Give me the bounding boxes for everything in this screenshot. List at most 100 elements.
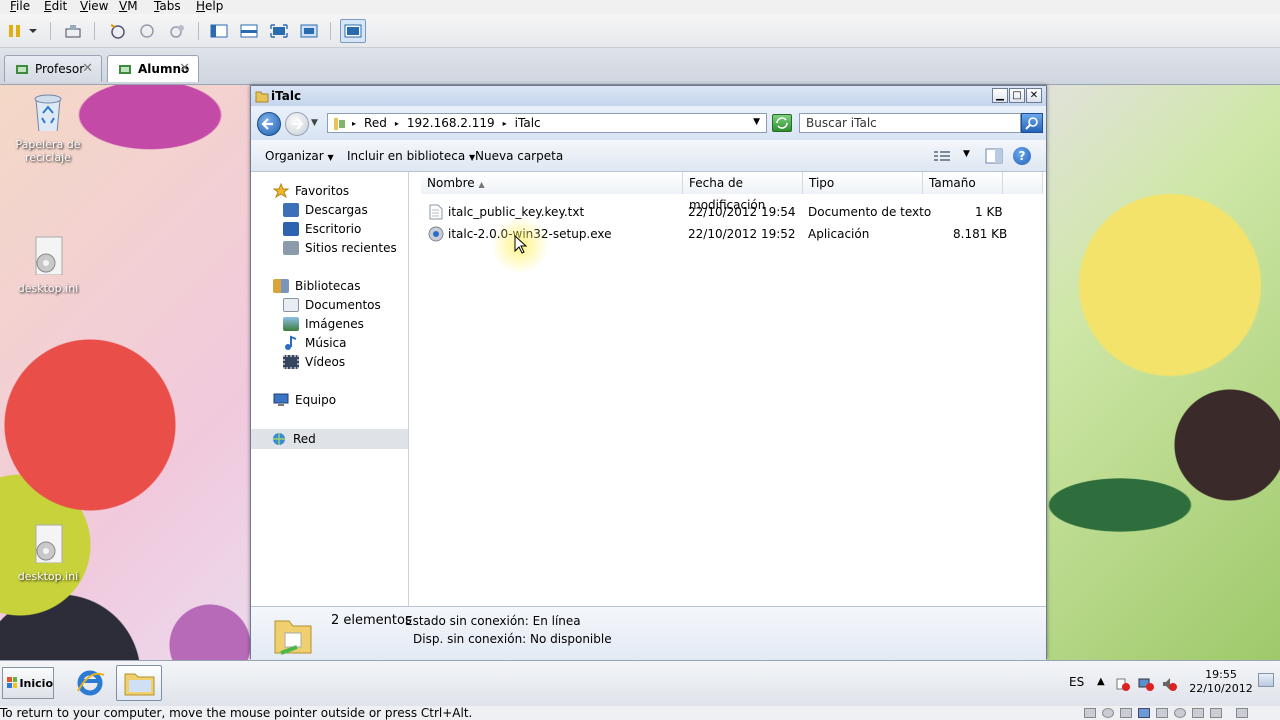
column-header-name[interactable]: Nombre ▲ (421, 172, 683, 194)
include-library-button[interactable]: Incluir en biblioteca ▼ (347, 149, 475, 163)
menu-view[interactable]: View (80, 0, 108, 13)
details-pane: 2 elementos Estado sin conexión: En líne… (251, 606, 1046, 660)
tab-alumno[interactable]: Alumno ✕ (107, 55, 199, 82)
show-hidden-icons-icon[interactable]: ▲ (1097, 676, 1105, 687)
nav-favorites[interactable]: Favoritos (273, 182, 349, 200)
nav-libraries[interactable]: Bibliotecas (273, 277, 360, 295)
preview-pane-icon[interactable] (985, 148, 1003, 167)
nav-music[interactable]: Música (283, 334, 347, 352)
offline-availability: Disp. sin conexión: No disponible (413, 632, 612, 646)
network-icon (273, 433, 285, 445)
volume-icon[interactable] (1161, 677, 1177, 694)
refresh-icon[interactable] (772, 114, 792, 132)
maximize-button[interactable]: □ (1009, 88, 1025, 103)
send-keys-icon[interactable] (62, 20, 84, 42)
network-adapter-icon[interactable] (1138, 708, 1150, 718)
windows-logo-icon (7, 677, 18, 688)
history-dropdown-icon[interactable]: ▼ (311, 118, 318, 128)
file-size: 1 KB (975, 205, 1003, 219)
file-list: Nombre ▲ Fecha de modificación Tipo Tama… (411, 172, 1046, 606)
arrow-left-icon (261, 118, 273, 130)
nav-computer[interactable]: Equipo (273, 391, 336, 409)
chevron-down-icon[interactable]: ▼ (753, 117, 760, 127)
unity-icon[interactable] (298, 20, 320, 42)
action-center-icon[interactable] (1115, 677, 1131, 694)
desktop-icon-desktop-ini[interactable]: desktop.ini (8, 523, 88, 583)
explorer-taskbar-button[interactable] (116, 665, 162, 701)
breadcrumb-italc[interactable]: iTalc (515, 116, 541, 130)
organize-button[interactable]: Organizar ▼ (265, 149, 334, 163)
nav-downloads[interactable]: Descargas (283, 201, 368, 219)
videos-icon (283, 355, 299, 369)
toolbar-divider (50, 22, 51, 40)
menu-help[interactable]: Help (196, 0, 223, 13)
column-header-modified[interactable]: Fecha de modificación (683, 172, 803, 212)
column-header-size[interactable]: Tamaño (923, 172, 1003, 194)
revert-snapshot-icon[interactable] (136, 20, 158, 42)
tab-profesor[interactable]: Profesor ✕ (4, 55, 102, 82)
nav-recent[interactable]: Sitios recientes (283, 239, 397, 257)
new-folder-button[interactable]: Nueva carpeta (475, 149, 563, 163)
music-icon (285, 335, 297, 350)
floppy-icon[interactable] (1120, 708, 1132, 718)
language-indicator[interactable]: ES (1069, 675, 1084, 689)
desktop-icon-desktop-ini[interactable]: desktop.ini (8, 235, 88, 295)
snapshot-icon[interactable] (106, 20, 128, 42)
nav-images[interactable]: Imágenes (283, 315, 364, 333)
mouse-pointer-icon (514, 235, 528, 254)
nav-desktop[interactable]: Escritorio (283, 220, 361, 238)
vm-icon (119, 65, 131, 74)
help-icon[interactable]: ? (1013, 147, 1031, 165)
show-desktop-button[interactable] (1258, 673, 1274, 687)
pause-icon[interactable] (4, 20, 26, 42)
view-options-icon[interactable] (933, 149, 951, 166)
menu-vm[interactable]: VM (119, 0, 138, 13)
printer-icon[interactable] (1192, 708, 1204, 718)
chevron-down-icon[interactable] (26, 20, 40, 42)
sidebar-toggle-icon[interactable] (208, 20, 230, 42)
window-titlebar[interactable]: iTalc ▁ □ ✕ (251, 86, 1046, 106)
desktop-icon-recycle-bin[interactable]: Papelera de reciclaje (8, 91, 88, 164)
nav-network[interactable]: Red (251, 429, 408, 449)
menu-file[interactable]: File (10, 0, 30, 13)
start-button[interactable]: Inicio (2, 667, 54, 699)
address-bar[interactable]: ▸ Red ▸ 192.168.2.119 ▸ iTalc ▼ (327, 113, 767, 133)
usb-icon[interactable] (1156, 708, 1168, 718)
close-icon[interactable]: ✕ (179, 61, 190, 76)
chevron-right-icon[interactable]: ▸ (503, 119, 507, 128)
chevron-right-icon: ▸ (352, 118, 357, 128)
nav-videos[interactable]: Vídeos (283, 353, 345, 371)
snapshot-manager-icon[interactable] (166, 20, 188, 42)
column-header-type[interactable]: Tipo (803, 172, 923, 194)
close-icon[interactable]: ✕ (82, 61, 93, 76)
chevron-right-icon[interactable]: ▸ (395, 119, 399, 128)
search-button[interactable] (1021, 113, 1043, 133)
search-input[interactable]: Buscar iTalc (799, 113, 1021, 133)
file-type: Aplicación (808, 227, 870, 241)
file-modified: 22/10/2012 19:52 (688, 227, 796, 241)
close-button[interactable]: ✕ (1026, 88, 1042, 103)
nav-documents[interactable]: Documentos (283, 296, 381, 314)
message-log-icon[interactable] (1236, 708, 1248, 718)
minimize-button[interactable]: ▁ (992, 88, 1008, 103)
chevron-down-icon[interactable]: ▼ (963, 149, 970, 159)
back-button[interactable] (257, 112, 281, 136)
cd-drive-icon[interactable] (1102, 708, 1114, 718)
breadcrumb-red[interactable]: Red (364, 116, 387, 130)
hard-disk-icon[interactable] (1084, 708, 1096, 718)
console-view-icon[interactable] (238, 20, 260, 42)
forward-button[interactable] (285, 112, 309, 136)
desktop-icon-label: desktop.ini (17, 282, 79, 295)
internet-explorer-icon[interactable] (74, 667, 106, 699)
menu-edit[interactable]: Edit (44, 0, 67, 13)
network-status-icon[interactable] (1138, 677, 1154, 694)
menu-tabs[interactable]: Tabs (154, 0, 181, 13)
installer-icon (428, 226, 444, 242)
breadcrumb-host[interactable]: 192.168.2.119 (407, 116, 495, 130)
display-icon[interactable] (1210, 708, 1222, 718)
fullscreen-icon[interactable] (268, 20, 290, 42)
clock[interactable]: 19:55 22/10/2012 (1186, 668, 1256, 696)
quick-switch-icon[interactable] (340, 19, 366, 43)
sound-card-icon[interactable] (1174, 708, 1186, 718)
item-count: 2 elementos (331, 613, 412, 628)
